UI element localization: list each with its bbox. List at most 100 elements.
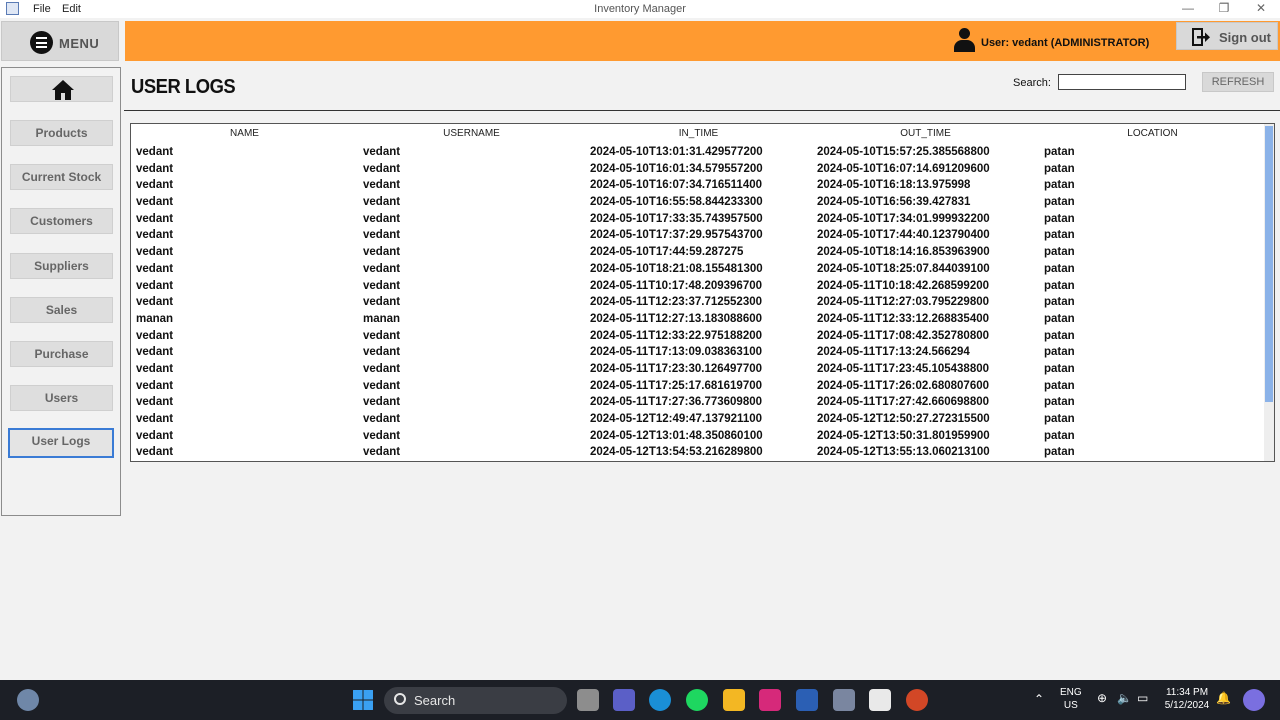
cell-in-time: 2024-05-11T12:27:13.183088600 bbox=[590, 312, 763, 325]
column-header-name[interactable]: NAME bbox=[131, 128, 358, 139]
table-row[interactable]: vedant vedant 2024-05-11T12:23:37.71255230… bbox=[131, 294, 1264, 311]
column-header-in-time[interactable]: IN_TIME bbox=[585, 128, 812, 139]
cell-location: patan bbox=[1044, 179, 1075, 192]
cell-location: patan bbox=[1044, 362, 1075, 375]
cell-username: vedant bbox=[363, 162, 401, 175]
table-row[interactable]: vedant vedant 2024-05-12T12:49:47.13792110… bbox=[131, 411, 1264, 428]
battery-icon[interactable]: ▭ bbox=[1137, 692, 1148, 705]
table-row[interactable]: vedant vedant 2024-05-10T16:55:58.84423330… bbox=[131, 194, 1264, 211]
cell-location: patan bbox=[1044, 212, 1075, 225]
cell-in-time: 2024-05-11T10:17:48.209396700 bbox=[590, 279, 763, 292]
tray-overflow-icon[interactable]: ⌃ bbox=[1034, 693, 1044, 706]
cell-location: patan bbox=[1044, 279, 1075, 292]
column-header-username[interactable]: USERNAME bbox=[358, 128, 585, 139]
restore-button[interactable]: ❐ bbox=[1209, 1, 1239, 17]
java-app-icon[interactable] bbox=[869, 689, 891, 711]
cell-username: vedant bbox=[363, 413, 401, 425]
cell-out-time: 2024-05-10T17:34:01.999932200 bbox=[817, 212, 990, 225]
table-row[interactable]: vedant vedant 2024-05-10T16:01:34.57955720… bbox=[131, 161, 1264, 178]
table-row[interactable]: manan manan 2024-05-11T12:27:13.183088600 2… bbox=[131, 311, 1264, 328]
edge-icon[interactable] bbox=[649, 689, 671, 711]
notification-bell-icon[interactable]: 🔔 bbox=[1216, 692, 1231, 705]
powerpoint-icon[interactable] bbox=[906, 689, 928, 711]
table-row[interactable]: vedant vedant 2024-05-11T10:17:48.20939670… bbox=[131, 278, 1264, 295]
clock[interactable]: 11:34 PM 5/12/2024 bbox=[1162, 686, 1212, 712]
column-header-out-time[interactable]: OUT_TIME bbox=[812, 128, 1039, 139]
table-row[interactable]: vedant vedant 2024-05-11T12:33:22.97518820… bbox=[131, 328, 1264, 345]
table-row[interactable]: vedant vedant 2024-05-11T17:27:36.77360980… bbox=[131, 394, 1264, 411]
teams-icon[interactable] bbox=[613, 689, 635, 711]
taskbar-search[interactable]: Search bbox=[384, 687, 567, 714]
window-titlebar: File Edit Inventory Manager — ❐ ✕ bbox=[0, 0, 1280, 18]
sidebar-item-purchase[interactable]: Purchase bbox=[10, 341, 113, 367]
word-icon[interactable] bbox=[796, 689, 818, 711]
sidebar-item-users[interactable]: Users bbox=[10, 385, 113, 411]
cell-name: vedant bbox=[136, 362, 174, 375]
table-row[interactable]: vedant vedant 2024-05-10T13:01:31.42957720… bbox=[131, 144, 1264, 161]
cell-location: patan bbox=[1044, 262, 1075, 275]
cell-name: vedant bbox=[136, 212, 174, 225]
spotify-icon[interactable] bbox=[686, 689, 708, 711]
network-icon[interactable]: ⊕ bbox=[1097, 692, 1107, 705]
task-view-icon[interactable] bbox=[577, 689, 599, 711]
sign-out-label: Sign out bbox=[1219, 30, 1271, 45]
table-row[interactable]: vedant vedant 2024-05-11T17:23:30.12649770… bbox=[131, 361, 1264, 378]
cell-out-time: 2024-05-11T12:27:03.795229800 bbox=[817, 296, 990, 309]
cell-username: vedant bbox=[363, 246, 401, 259]
cell-location: patan bbox=[1044, 296, 1075, 309]
cell-in-time: 2024-05-10T16:55:58.844233300 bbox=[590, 196, 763, 209]
language-indicator[interactable]: ENG US bbox=[1060, 686, 1082, 712]
cell-in-time: 2024-05-11T12:23:37.712552300 bbox=[590, 296, 763, 309]
cell-out-time: 2024-05-11T17:08:42.352780800 bbox=[817, 329, 990, 342]
search-input[interactable] bbox=[1058, 74, 1186, 90]
cell-name: vedant bbox=[136, 246, 174, 259]
cell-out-time: 2024-05-10T18:25:07.844039100 bbox=[817, 262, 990, 275]
cell-name: vedant bbox=[136, 279, 174, 292]
sidebar-item-user-logs[interactable]: User Logs bbox=[8, 428, 114, 458]
refresh-button[interactable]: REFRESH bbox=[1202, 72, 1274, 92]
cell-username: vedant bbox=[363, 279, 401, 292]
sidebar-item-current-stock[interactable]: Current Stock bbox=[10, 164, 113, 190]
cell-in-time: 2024-05-10T16:07:34.716511400 bbox=[590, 179, 763, 192]
sidebar-item-sales[interactable]: Sales bbox=[10, 297, 113, 323]
vertical-scrollbar[interactable] bbox=[1264, 124, 1274, 461]
weather-icon[interactable] bbox=[17, 689, 39, 711]
search-icon bbox=[394, 693, 406, 705]
table-row[interactable]: vedant vedant 2024-05-10T17:44:59.287275 20… bbox=[131, 244, 1264, 261]
column-header-location[interactable]: LOCATION bbox=[1039, 128, 1266, 139]
table-row[interactable]: vedant vedant 2024-05-12T13:54:53.21628980… bbox=[131, 444, 1264, 461]
sign-out-button[interactable]: Sign out bbox=[1176, 22, 1278, 50]
table-row[interactable]: vedant vedant 2024-05-12T13:01:48.35086010… bbox=[131, 428, 1264, 445]
cell-location: patan bbox=[1044, 446, 1075, 459]
copilot-icon[interactable] bbox=[1243, 689, 1265, 711]
user-label: User: vedant (ADMINISTRATOR) bbox=[981, 37, 1150, 49]
cell-username: vedant bbox=[363, 262, 401, 275]
cell-location: patan bbox=[1044, 196, 1075, 209]
sidebar-item-customers[interactable]: Customers bbox=[10, 208, 113, 234]
app-icon-cube[interactable] bbox=[833, 689, 855, 711]
file-explorer-icon[interactable] bbox=[723, 689, 745, 711]
windows-start-icon[interactable] bbox=[352, 689, 374, 711]
cell-out-time: 2024-05-11T12:33:12.268835400 bbox=[817, 312, 990, 325]
cell-location: patan bbox=[1044, 329, 1075, 342]
table-row[interactable]: vedant vedant 2024-05-10T17:37:29.95754370… bbox=[131, 227, 1264, 244]
table-row[interactable]: vedant vedant 2024-05-11T17:13:09.03836310… bbox=[131, 344, 1264, 361]
cell-out-time: 2024-05-10T16:07:14.691209600 bbox=[817, 162, 990, 175]
sidebar-item-suppliers[interactable]: Suppliers bbox=[10, 253, 113, 279]
menu-button[interactable]: MENU bbox=[1, 21, 119, 61]
table-row[interactable]: vedant vedant 2024-05-10T16:07:34.71651140… bbox=[131, 177, 1264, 194]
cell-out-time: 2024-05-12T12:50:27.272315500 bbox=[817, 413, 990, 425]
scrollbar-thumb[interactable] bbox=[1265, 126, 1273, 402]
table-row[interactable]: vedant vedant 2024-05-11T17:25:17.68161970… bbox=[131, 378, 1264, 395]
search-label: Search: bbox=[1013, 77, 1051, 89]
minimize-button[interactable]: — bbox=[1173, 1, 1203, 17]
cell-in-time: 2024-05-11T17:13:09.038363100 bbox=[590, 346, 763, 359]
table-row[interactable]: vedant vedant 2024-05-10T17:33:35.74395750… bbox=[131, 211, 1264, 228]
table-row[interactable]: vedant vedant 2024-05-10T18:21:08.15548130… bbox=[131, 261, 1264, 278]
close-button[interactable]: ✕ bbox=[1246, 1, 1276, 17]
home-button[interactable] bbox=[10, 76, 113, 102]
sidebar-item-products[interactable]: Products bbox=[10, 120, 113, 146]
instagram-icon[interactable] bbox=[759, 689, 781, 711]
cell-out-time: 2024-05-11T17:26:02.680807600 bbox=[817, 379, 990, 392]
volume-icon[interactable]: 🔈 bbox=[1117, 692, 1132, 705]
